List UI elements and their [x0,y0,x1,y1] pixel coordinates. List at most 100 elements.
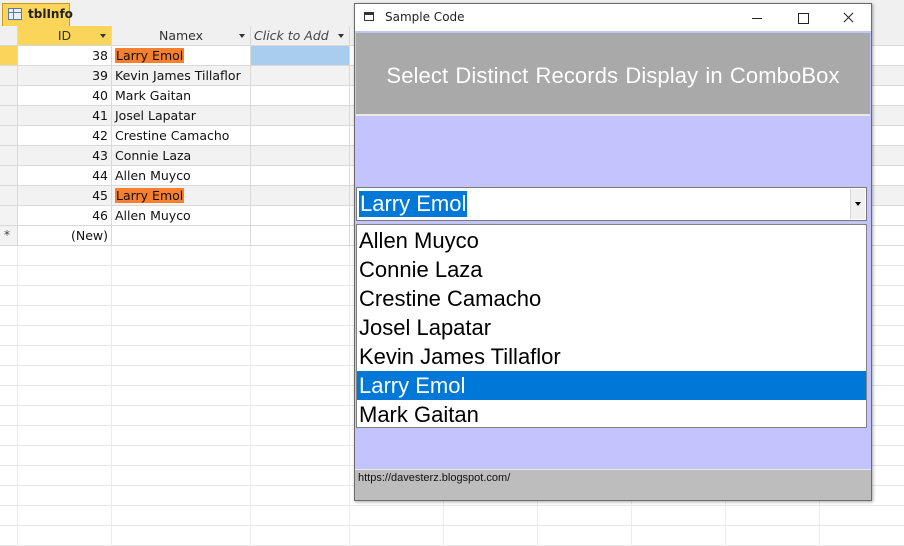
grid-divider [111,306,112,326]
id-cell[interactable]: 45 [18,186,112,206]
grid-divider [819,506,820,526]
sort-dropdown-icon[interactable] [239,34,245,38]
grid-divider [111,426,112,446]
grid-divider [250,326,251,346]
add-field-dropdown-icon[interactable] [338,34,344,38]
column-header-namex[interactable]: Namex [112,26,251,46]
id-cell[interactable]: 41 [18,106,112,126]
new-record-selector[interactable]: * [0,226,18,246]
list-item[interactable]: Mark Gaitan [357,400,866,429]
grid-divider [111,346,112,366]
list-item[interactable]: Connie Laza [357,255,866,284]
id-cell[interactable]: 44 [18,166,112,186]
list-item[interactable]: Josel Lapatar [357,313,866,342]
add-field-cell[interactable] [251,146,350,166]
grid-divider [17,486,18,506]
list-item[interactable]: Crestine Camacho [357,284,866,313]
id-value: 41 [92,108,108,123]
id-cell[interactable]: 38 [18,46,112,66]
name-cell[interactable]: Crestine Camacho [112,126,251,146]
record-selector[interactable] [0,106,18,126]
grid-divider [111,286,112,306]
grid-divider [17,386,18,406]
grid-divider [250,446,251,466]
grid-divider [111,506,112,526]
close-button[interactable] [825,4,871,31]
id-cell[interactable]: 42 [18,126,112,146]
click-to-add-column[interactable]: Click to Add [251,26,350,46]
add-field-cell[interactable] [251,126,350,146]
name-cell[interactable]: Connie Laza [112,146,251,166]
title-bar[interactable]: Sample Code [355,4,871,31]
header-banner: Select Distinct Records Display in Combo… [356,33,870,116]
id-cell[interactable]: 43 [18,146,112,166]
combobox-dropdown-list[interactable]: Allen Muyco Connie Laza Crestine Camacho Jo… [356,224,867,428]
new-name-cell[interactable] [112,226,251,246]
add-field-cell[interactable] [251,186,350,206]
grid-divider [17,366,18,386]
sort-dropdown-icon[interactable] [100,34,106,38]
add-field-cell[interactable] [251,106,350,126]
name-cell[interactable]: Allen Muyco [112,206,251,226]
add-field-cell[interactable] [251,206,350,226]
names-combobox[interactable]: Larry Emol [356,187,867,221]
grid-divider [349,266,350,286]
minimize-button[interactable] [734,4,780,31]
status-url: https://davesterz.blogspot.com/ [358,472,511,484]
window-title: Sample Code [385,10,465,24]
id-cell[interactable]: 39 [18,66,112,86]
grid-divider [17,306,18,326]
app-window-icon [364,12,374,21]
record-selector[interactable] [0,66,18,86]
grid-divider [17,446,18,466]
column-header-id[interactable]: ID [18,26,112,46]
grid-divider [17,406,18,426]
sample-code-window: Sample Code Select Distinct Records Disp… [354,3,872,501]
grid-divider [349,406,350,426]
id-cell[interactable]: 40 [18,86,112,106]
list-item[interactable]: Larry Emol [357,371,866,400]
record-selector[interactable] [0,186,18,206]
maximize-button[interactable] [780,4,826,31]
grid-divider [349,466,350,486]
grid-divider [111,366,112,386]
name-cell[interactable]: Allen Muyco [112,166,251,186]
id-value: 40 [92,88,108,103]
add-field-cell[interactable] [251,66,350,86]
grid-divider [250,506,251,526]
record-selector[interactable] [0,146,18,166]
combobox-dropdown-button[interactable] [850,189,865,219]
new-record-icon: * [4,228,10,242]
name-cell[interactable]: Mark Gaitan [112,86,251,106]
new-id-cell[interactable]: (New) [18,226,112,246]
add-field-cell[interactable] [251,46,350,66]
grid-divider [250,246,251,266]
table-icon [8,8,22,20]
new-add-cell[interactable] [251,226,350,246]
grid-divider [537,526,538,546]
column-header-namex-label: Namex [158,28,204,43]
name-cell[interactable]: Kevin James Tillaflor [112,66,251,86]
add-field-cell[interactable] [251,166,350,186]
record-selector[interactable] [0,166,18,186]
record-selector[interactable] [0,86,18,106]
add-field-cell[interactable] [251,86,350,106]
grid-divider [250,266,251,286]
name-cell[interactable]: Larry Emol [112,46,251,66]
name-cell[interactable]: Josel Lapatar [112,106,251,126]
record-selector[interactable] [0,206,18,226]
grid-divider [111,446,112,466]
name-cell[interactable]: Larry Emol [112,186,251,206]
list-item[interactable]: Allen Muyco [357,226,866,255]
grid-divider [349,426,350,446]
status-bar: https://davesterz.blogspot.com/ [355,469,871,500]
id-cell[interactable]: 46 [18,206,112,226]
record-selector[interactable] [0,126,18,146]
combobox-selected-text[interactable]: Larry Emol [359,191,468,217]
select-all-corner[interactable] [0,26,18,46]
grid-divider [250,346,251,366]
list-item[interactable]: Kevin James Tillaflor [357,342,866,371]
grid-divider [17,286,18,306]
table-tab[interactable]: tblInfo [2,3,73,26]
record-selector[interactable] [0,46,18,66]
